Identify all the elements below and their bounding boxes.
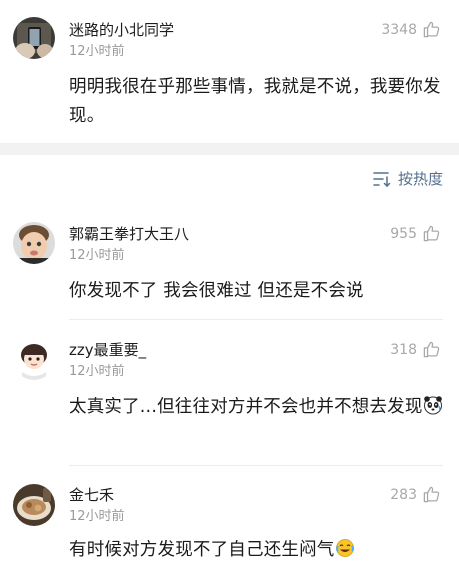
- like-count: 318: [390, 341, 417, 358]
- timestamp: 12小时前: [69, 248, 125, 263]
- like-button[interactable]: 283: [390, 485, 441, 504]
- comment-text: 太真实了...但往往对方并不会也并不想去发现: [69, 397, 423, 417]
- sort-lines-icon: [372, 171, 392, 187]
- username[interactable]: 金七禾: [69, 486, 114, 504]
- avatar[interactable]: [13, 338, 55, 380]
- thumbs-up-icon[interactable]: [422, 224, 441, 243]
- avatar[interactable]: [13, 484, 55, 526]
- sort-label: 按热度: [397, 170, 443, 188]
- comment-item[interactable]: 迷路的小北同学 12小时前 3348 明明我很在乎那些事情，我就是不说，我要你发…: [0, 0, 459, 143]
- comment-text: 明明我很在乎那些事情，我就是不说，我要你发现。: [69, 77, 441, 126]
- comment-text-block: 有时候对方发现不了自己还生闷气: [69, 536, 443, 565]
- comment-item[interactable]: 郭霸王拳打大王八 12小时前 955 你发现不了 我会很难过 但还是不会说: [0, 205, 459, 315]
- section-divider: [0, 143, 459, 155]
- avatar[interactable]: [13, 17, 55, 59]
- like-button[interactable]: 3348: [381, 20, 441, 39]
- comment-text: 你发现不了 我会很难过 但还是不会说: [69, 281, 364, 301]
- like-button[interactable]: 955: [390, 224, 441, 243]
- like-count: 283: [390, 486, 417, 503]
- like-count: 3348: [381, 21, 417, 38]
- like-count: 955: [390, 225, 417, 242]
- avatar-photo-food-icon: [13, 484, 55, 526]
- thumbs-up-icon[interactable]: [422, 340, 441, 359]
- timestamp: 12小时前: [69, 509, 125, 524]
- comment-item[interactable]: 金七禾 12小时前 283 有时候对方发现不了自己还生闷气: [0, 466, 459, 572]
- comment-text: 有时候对方发现不了自己还生闷气: [69, 540, 335, 560]
- like-button[interactable]: 318: [390, 340, 441, 359]
- avatar[interactable]: [13, 222, 55, 264]
- thumbs-up-icon[interactable]: [422, 485, 441, 504]
- panda-emoji-icon: [423, 395, 443, 415]
- avatar-photo-child-icon: [13, 222, 55, 264]
- sort-toggle[interactable]: 按热度: [372, 170, 443, 188]
- comment-text-block: 太真实了...但往往对方并不会也并不想去发现: [69, 393, 443, 422]
- username[interactable]: 迷路的小北同学: [69, 21, 174, 39]
- timestamp: 12小时前: [69, 44, 125, 59]
- laugh-cry-emoji-icon: [335, 538, 355, 558]
- thumbs-up-icon[interactable]: [422, 20, 441, 39]
- timestamp: 12小时前: [69, 364, 125, 379]
- comment-item[interactable]: zzy最重要_ 12小时前 318 太真实了...但往往对方并不会也并不想去发现: [0, 320, 459, 460]
- avatar-cartoon-girl-icon: [13, 338, 55, 380]
- username[interactable]: 郭霸王拳打大王八: [69, 225, 189, 243]
- username[interactable]: zzy最重要_: [69, 341, 146, 359]
- avatar-photo-phone-icon: [13, 17, 55, 59]
